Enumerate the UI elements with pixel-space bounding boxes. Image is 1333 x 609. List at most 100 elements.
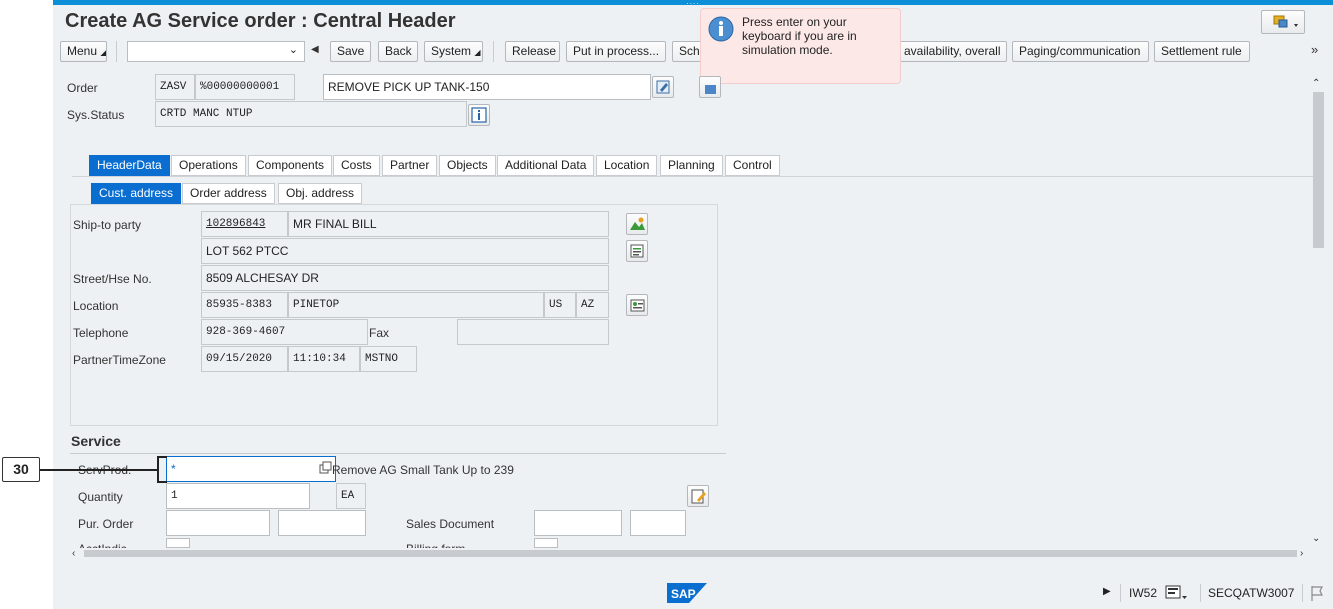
timezone-label: PartnerTimeZone: [73, 353, 166, 367]
postal-code-field: 85935-8383: [201, 292, 288, 318]
sysstatus-label: Sys.Status: [67, 108, 125, 122]
status-separator: [1120, 584, 1121, 602]
tab-objects[interactable]: Objects: [439, 155, 496, 176]
servprod-input[interactable]: *: [166, 456, 336, 482]
status-info-button[interactable]: [468, 104, 490, 126]
system-label: System: [431, 44, 472, 58]
city-field: PINETOP: [288, 292, 544, 318]
map-icon: [630, 217, 645, 230]
flag-icon[interactable]: [1309, 584, 1325, 605]
command-field[interactable]: ⌄: [127, 41, 305, 62]
status-separator: [1200, 584, 1201, 602]
quantity-label: Quantity: [78, 490, 123, 504]
address-detail-button[interactable]: [626, 240, 648, 262]
sysstatus-field: CRTD MANC NTUP: [155, 101, 467, 127]
shipto-name-field: MR FINAL BILL: [288, 211, 609, 237]
annotation-callout-badge: 30: [2, 457, 40, 482]
name2-field: LOT 562 PTCC: [201, 238, 609, 264]
status-separator: [1302, 584, 1303, 602]
tab-additional-data[interactable]: Additional Data: [497, 155, 595, 176]
order-label: Order: [67, 81, 98, 95]
service-edit-button[interactable]: [687, 485, 709, 507]
subtab-order-address[interactable]: Order address: [182, 183, 275, 204]
long-text-button[interactable]: [652, 76, 674, 98]
scroll-up-icon[interactable]: ⌃: [1312, 78, 1320, 89]
menu-label: Menu: [67, 44, 98, 58]
page-title: Create AG Service order : Central Header: [65, 10, 456, 32]
expand-status-icon[interactable]: ▶: [1103, 586, 1111, 597]
acctindic-input[interactable]: [166, 538, 190, 548]
schedule-button[interactable]: Sch: [672, 41, 702, 62]
system-menu-button[interactable]: System ◢: [424, 41, 483, 62]
contact-card-icon: [630, 299, 645, 312]
more-toolbar-icon[interactable]: »: [1311, 42, 1318, 57]
location-label: Location: [73, 299, 119, 313]
toolbar-separator: [116, 41, 117, 62]
sap-logo: SAP: [667, 583, 707, 606]
menu-button[interactable]: Menu ◢: [60, 41, 107, 62]
annotation-bracket: [157, 456, 167, 483]
purorder-date-input[interactable]: [278, 510, 366, 536]
release-button[interactable]: Release: [505, 41, 560, 62]
street-field: 8509 ALCHESAY DR: [201, 265, 609, 291]
order-detail-button[interactable]: [699, 76, 721, 98]
settlement-rule-button[interactable]: Settlement rule: [1154, 41, 1250, 62]
customize-layout-button[interactable]: [1261, 10, 1305, 34]
transaction-code: IW52: [1129, 586, 1158, 600]
timezone-time-field: 11:10:34: [288, 346, 360, 372]
country-field: US: [544, 292, 576, 318]
tab-strip-line: [72, 176, 1313, 177]
shipto-number-link[interactable]: 102896843: [201, 211, 288, 237]
tab-costs[interactable]: Costs: [333, 155, 380, 176]
paging-communication-button[interactable]: Paging/communication: [1012, 41, 1149, 62]
tab-location[interactable]: Location: [596, 155, 658, 176]
sales-item-input[interactable]: [630, 510, 686, 536]
horizontal-scroll-thumb[interactable]: [84, 550, 1297, 557]
menu-dropdown-icon: ◢: [100, 48, 107, 57]
scroll-right-icon[interactable]: ›: [1300, 548, 1303, 559]
chevron-down-icon[interactable]: ⌄: [289, 43, 298, 56]
tab-components[interactable]: Components: [248, 155, 333, 176]
region-field: AZ: [576, 292, 609, 318]
hint-text: Press enter on your keyboard if you are …: [742, 15, 857, 57]
collapse-toolbar-icon[interactable]: ◀: [311, 44, 319, 55]
servprod-description: Remove AG Small Tank Up to 239: [332, 463, 514, 477]
customize-icon: [1273, 15, 1298, 28]
back-button[interactable]: Back: [378, 41, 418, 62]
save-button[interactable]: Save: [330, 41, 371, 62]
tab-partner[interactable]: Partner: [382, 155, 438, 176]
quantity-input[interactable]: 1: [166, 483, 310, 509]
map-button[interactable]: [626, 213, 648, 235]
subtab-obj-address[interactable]: Obj. address: [278, 183, 363, 204]
horizontal-scrollbar[interactable]: ‹ ›: [70, 548, 1311, 560]
value-help-icon[interactable]: [319, 461, 333, 478]
info-square-icon: [471, 107, 487, 123]
scroll-left-icon[interactable]: ‹: [72, 548, 75, 559]
purorder-label: Pur. Order: [78, 517, 134, 531]
vertical-scroll-thumb[interactable]: [1313, 92, 1324, 248]
timezone-date-field: 09/15/2020: [201, 346, 288, 372]
list-detail-icon: [630, 244, 644, 258]
tab-headerdata[interactable]: HeaderData: [89, 155, 170, 176]
address-contact-button[interactable]: [626, 294, 648, 316]
tab-planning[interactable]: Planning: [660, 155, 723, 176]
order-number-field: %00000000001: [195, 74, 295, 100]
sap-logo-text: SAP: [671, 587, 696, 601]
vertical-scrollbar[interactable]: ⌃ ⌄: [1311, 78, 1327, 548]
system-dropdown-icon: ◢: [474, 48, 481, 57]
tab-operations[interactable]: Operations: [171, 155, 246, 176]
subtab-cust-address[interactable]: Cust. address: [91, 183, 182, 204]
annotation-leader-line: [40, 469, 158, 471]
session-info-icon[interactable]: [1165, 584, 1189, 605]
tab-control[interactable]: Control: [725, 155, 780, 176]
billing-form-input[interactable]: [534, 538, 558, 548]
timezone-zone-field: MSTNO: [360, 346, 417, 372]
scroll-down-icon[interactable]: ⌄: [1312, 533, 1320, 544]
availability-overall-button[interactable]: availability, overall: [897, 41, 1007, 62]
service-divider: [70, 453, 726, 454]
order-description-input[interactable]: REMOVE PICK UP TANK-150: [323, 74, 651, 100]
put-in-process-button[interactable]: Put in process...: [566, 41, 666, 62]
purorder-input[interactable]: [166, 510, 270, 536]
sales-document-input[interactable]: [534, 510, 622, 536]
telephone-field: 928-369-4607: [201, 319, 368, 345]
